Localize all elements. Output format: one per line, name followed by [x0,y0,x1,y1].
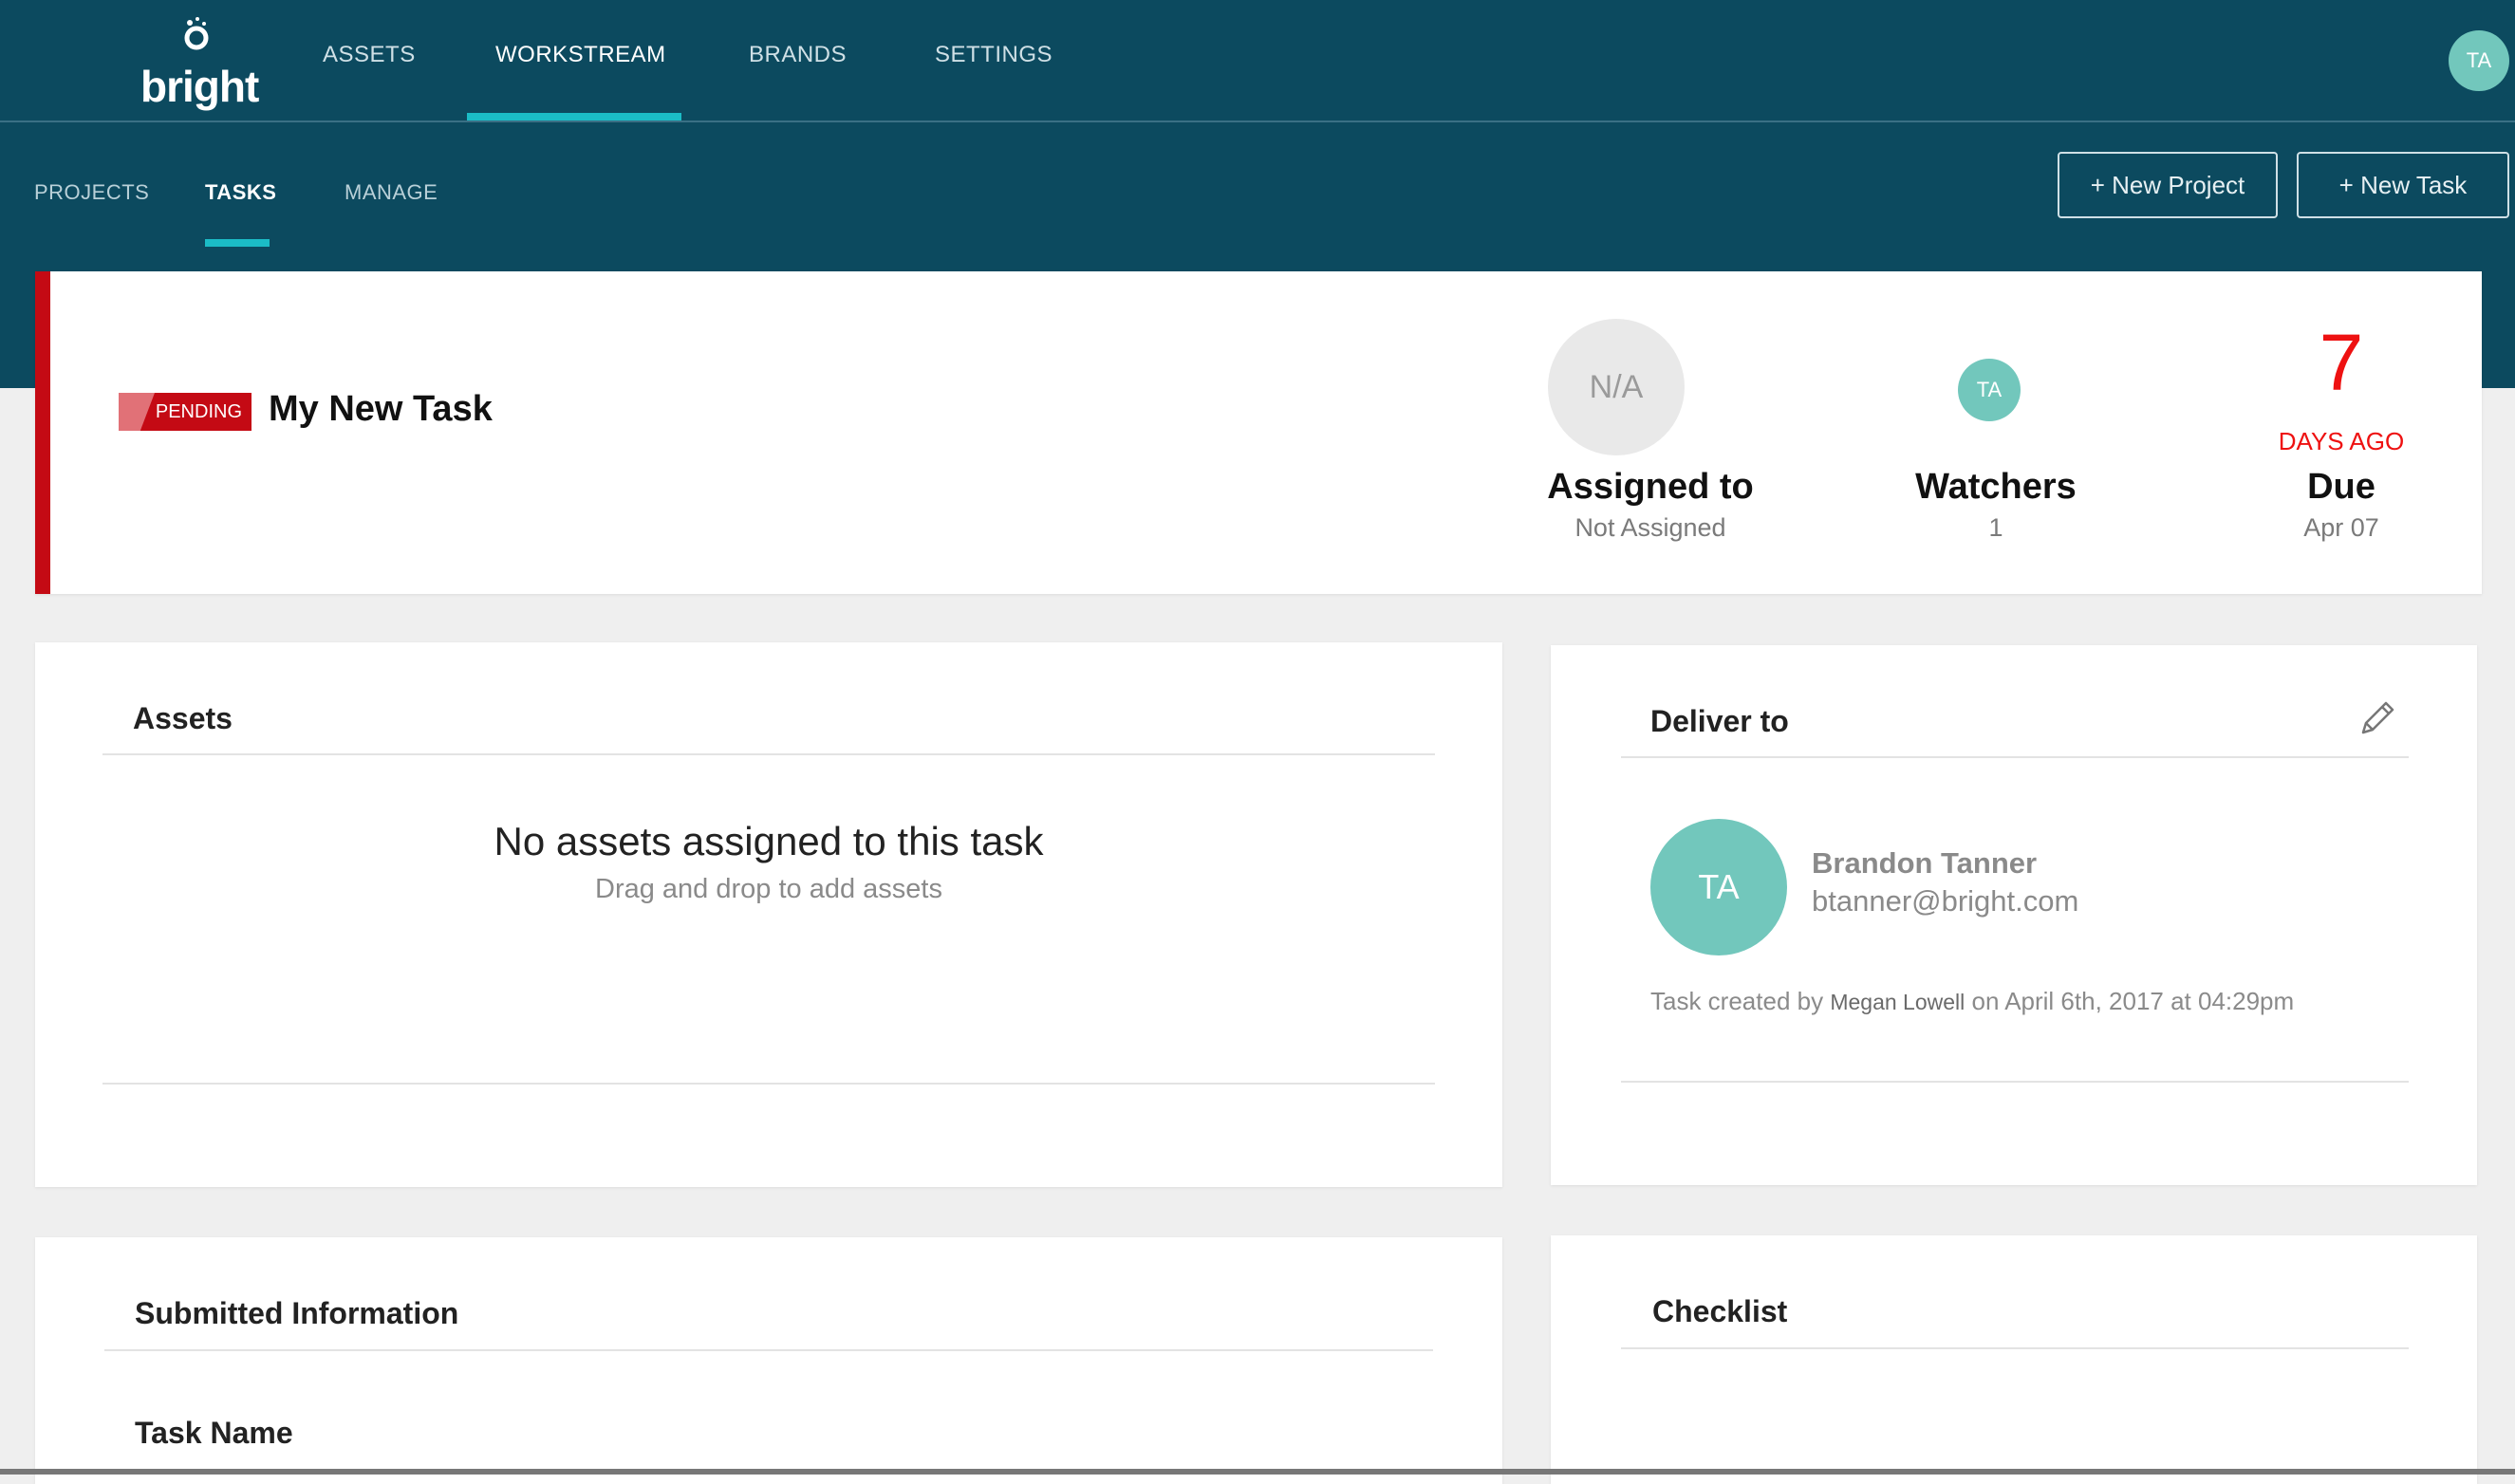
submitted-title: Submitted Information [135,1296,459,1330]
recipient-email[interactable]: btanner@bright.com [1812,884,2078,918]
nav-settings[interactable]: SETTINGS [935,42,1053,68]
due-label: Due [2307,467,2375,507]
window-bottom-edge [0,1469,2515,1475]
tab-tasks[interactable]: TASKS [205,180,276,205]
task-summary-card: PENDING My New Task N/A Assigned to Not … [35,271,2482,594]
nav-assets[interactable]: ASSETS [323,42,416,68]
user-avatar[interactable]: TA [2449,30,2509,91]
new-task-button[interactable]: + New Task [2297,152,2509,218]
assets-card: Assets No assets assigned to this task D… [35,642,1502,1187]
deliver-title: Deliver to [1650,704,1789,738]
created-suffix: on April 6th, 2017 at 04:29pm [1971,987,2295,1015]
nav-workstream[interactable]: WORKSTREAM [495,42,666,68]
assignee-avatar[interactable]: N/A [1548,319,1685,455]
assets-title: Assets [133,701,233,735]
nav-divider [0,121,2515,122]
created-prefix: Task created by [1650,987,1824,1015]
active-tab-indicator [205,239,270,247]
nav-brands[interactable]: BRANDS [749,42,847,68]
assigned-stat[interactable]: Assigned to Not Assigned [1508,467,1793,543]
created-by: Megan Lowell [1830,990,1965,1014]
divider [1621,756,2409,758]
divider [1621,1081,2409,1083]
created-info: Task created by Megan Lowell on April 6t… [1650,987,2294,1016]
watcher-avatar[interactable]: TA [1958,359,2021,421]
divider [104,1349,1433,1351]
watchers-label: Watchers [1915,467,2077,507]
status-badge: PENDING [119,393,252,431]
divider [102,1083,1435,1085]
due-days-number: 7 [2319,318,2364,407]
task-title: My New Task [269,389,493,429]
submitted-info-card: Submitted Information Task Name [35,1237,1502,1484]
assigned-value: Not Assigned [1574,513,1726,542]
status-label: PENDING [155,400,242,422]
divider [1621,1347,2409,1349]
active-nav-indicator [467,113,681,121]
watchers-count: 1 [1988,513,2003,542]
due-days-label: DAYS AGO [2278,427,2405,455]
tab-manage[interactable]: MANAGE [345,180,438,205]
assigned-label: Assigned to [1547,467,1754,507]
recipient-avatar: TA [1650,819,1787,955]
recipient-name: Brandon Tanner [1812,846,2038,880]
bright-logo[interactable]: bright [133,15,259,111]
assets-drop-hint: Drag and drop to add assets [595,874,942,904]
new-project-button[interactable]: + New Project [2058,152,2278,218]
edit-pencil-icon[interactable] [2357,696,2399,738]
badge-stripe [119,393,155,431]
watchers-stat[interactable]: Watchers 1 [1854,467,2138,543]
checklist-card: Checklist [1551,1235,2477,1484]
task-name-label: Task Name [135,1416,293,1450]
tab-projects[interactable]: PROJECTS [34,180,149,205]
due-date: Apr 07 [2303,513,2379,542]
logo-text: bright [140,62,259,111]
status-bar [35,271,50,594]
logo-mark-icon [184,17,209,50]
checklist-title: Checklist [1652,1294,1788,1328]
assets-empty-title: No assets assigned to this task [494,819,1044,863]
deliver-card: Deliver to TA Brandon Tanner btanner@bri… [1551,645,2477,1185]
due-stat[interactable]: Due Apr 07 [2199,467,2484,543]
divider [102,753,1435,755]
